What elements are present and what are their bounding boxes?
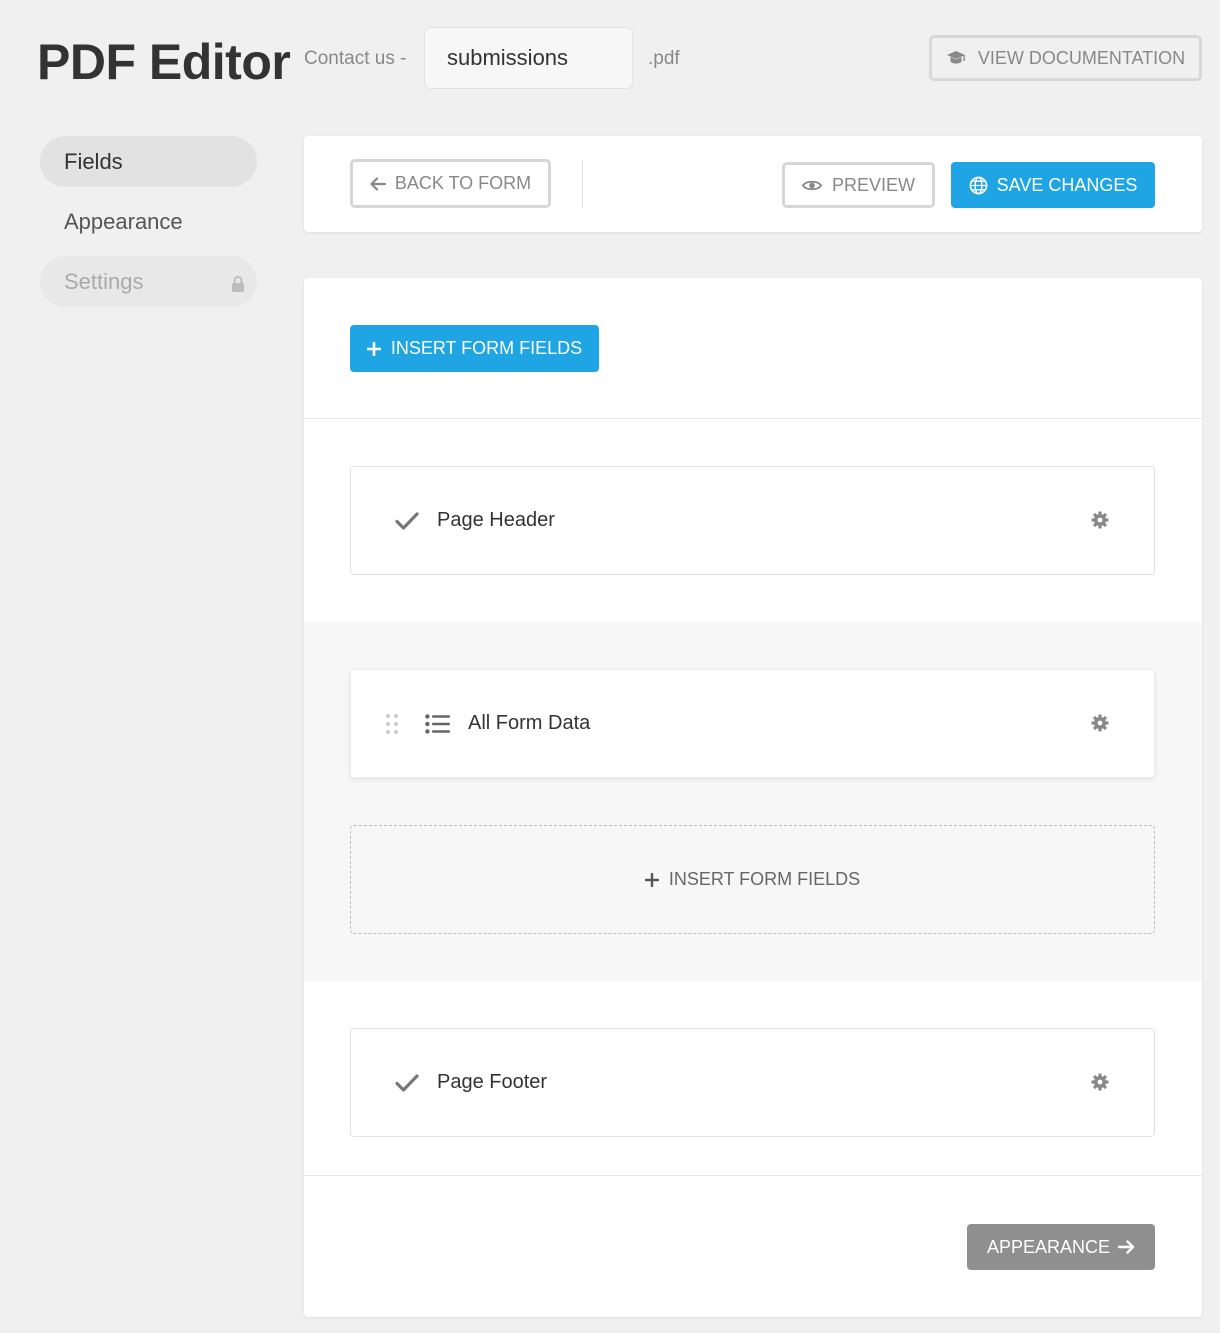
dropzone-label: INSERT FORM FIELDS — [668, 869, 861, 889]
plus-icon — [644, 872, 659, 887]
preview-button[interactable]: PREVIEW — [782, 162, 935, 208]
eye-icon — [801, 179, 822, 192]
sidebar: Fields Appearance Settings — [40, 136, 257, 316]
all-form-data-row[interactable]: All Form Data — [350, 669, 1155, 778]
section-divider — [304, 418, 1202, 419]
sidebar-item-appearance[interactable]: Appearance — [40, 196, 257, 247]
check-icon — [395, 1073, 419, 1092]
plus-icon — [366, 341, 381, 356]
filename-extension: .pdf — [648, 48, 680, 69]
gear-icon[interactable] — [1091, 714, 1109, 737]
insert-form-fields-dropzone[interactable]: INSERT FORM FIELDS — [350, 825, 1155, 934]
next-appearance-label: APPEARANCE — [986, 1236, 1111, 1257]
toolbar: BACK TO FORM PREVIEW SAVE CHANGES — [304, 136, 1202, 232]
insert-form-fields-button[interactable]: INSERT FORM FIELDS — [350, 325, 599, 372]
filename-prefix: Contact us - — [304, 48, 407, 69]
preview-label: PREVIEW — [831, 174, 915, 195]
section-divider — [304, 1175, 1202, 1176]
arrow-left-icon — [370, 176, 386, 191]
gear-icon[interactable] — [1091, 511, 1109, 534]
insert-form-fields-label: INSERT FORM FIELDS — [390, 338, 583, 358]
page-header-row[interactable]: Page Header — [350, 466, 1155, 575]
gear-icon[interactable] — [1091, 1073, 1109, 1096]
lock-icon — [231, 273, 245, 299]
view-documentation-label: VIEW DOCUMENTATION — [977, 47, 1186, 68]
globe-icon — [969, 176, 988, 195]
page-title: PDF Editor — [37, 34, 291, 90]
save-changes-label: SAVE CHANGES — [996, 174, 1138, 195]
toolbar-divider — [582, 160, 583, 208]
check-icon — [395, 511, 419, 530]
filename-input[interactable] — [424, 27, 633, 89]
back-to-form-label: BACK TO FORM — [394, 173, 532, 193]
sidebar-item-label: Appearance — [64, 208, 183, 234]
sidebar-item-label: Settings — [64, 268, 144, 294]
arrow-right-icon — [1118, 1240, 1135, 1254]
page-header-label: Page Header — [437, 509, 555, 531]
save-changes-button[interactable]: SAVE CHANGES — [951, 162, 1155, 208]
sidebar-item-label: Fields — [64, 148, 123, 174]
all-form-data-label: All Form Data — [468, 712, 591, 734]
page-footer-label: Page Footer — [437, 1071, 548, 1093]
sidebar-item-fields[interactable]: Fields — [40, 136, 257, 187]
view-documentation-button[interactable]: VIEW DOCUMENTATION — [929, 35, 1202, 81]
next-appearance-button[interactable]: APPEARANCE — [967, 1224, 1155, 1270]
page-footer-row[interactable]: Page Footer — [350, 1028, 1155, 1137]
back-to-form-button[interactable]: BACK TO FORM — [350, 159, 551, 208]
drag-handle-icon[interactable] — [385, 713, 399, 735]
sidebar-item-settings[interactable]: Settings — [40, 256, 257, 307]
graduation-cap-icon — [946, 50, 966, 66]
list-icon — [425, 713, 450, 734]
builder-panel: INSERT FORM FIELDS Page Header All Form … — [304, 278, 1202, 1317]
